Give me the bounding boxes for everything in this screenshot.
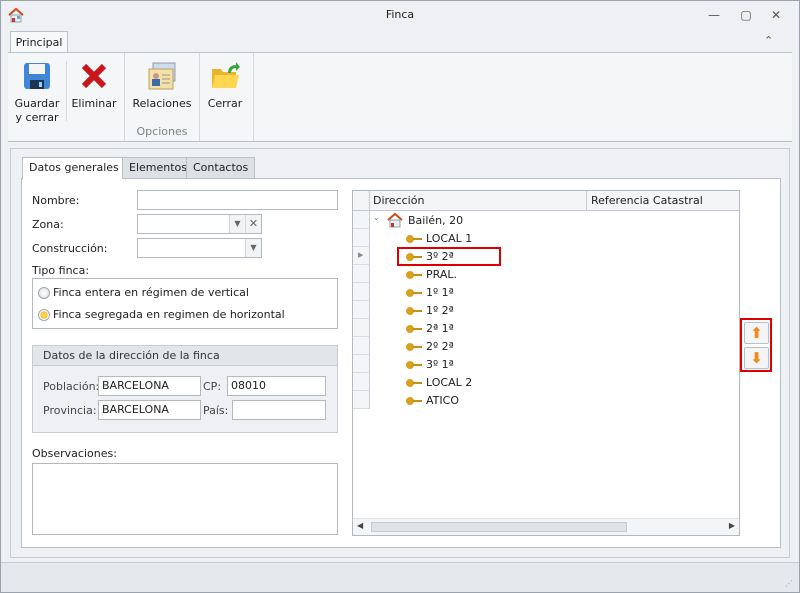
radio-icon	[38, 286, 50, 299]
item-label: PRAL.	[426, 268, 457, 281]
item-label: 1º 1ª	[426, 286, 454, 299]
status-bar: ⋰	[1, 562, 799, 592]
tipo-finca-group: Finca entera en régimen de vertical Finc…	[32, 278, 338, 329]
column-referencia-catastral[interactable]: Referencia Catastral	[586, 191, 703, 211]
move-down-button[interactable]: ⬇	[744, 347, 769, 369]
provincia-label: Provincia:	[43, 404, 97, 417]
relations-button[interactable]: Relaciones	[128, 57, 196, 111]
tab-contactos[interactable]: Contactos	[186, 157, 256, 179]
row-indicator	[353, 319, 370, 337]
radio-horizontal[interactable]: Finca segregada en regimen de horizontal	[38, 308, 285, 321]
item-label: 1º 2ª	[426, 304, 454, 317]
tab-datos-generales[interactable]: Datos generales	[22, 157, 126, 180]
ribbon-collapse-icon[interactable]: ⌃	[764, 34, 773, 47]
ribbon: Guardar y cerrar Eliminar Relaciones Opci…	[8, 52, 792, 142]
horizontal-scrollbar[interactable]: ◀ ▶	[353, 518, 739, 535]
grid-header: Dirección Referencia Catastral	[353, 191, 739, 211]
construccion-label: Construcción:	[32, 242, 108, 255]
key-icon	[406, 235, 422, 243]
direccion-group: Datos de la dirección de la finca Poblac…	[32, 345, 338, 433]
elements-tree-grid: Dirección Referencia Catastral ⌄ Bailén,…	[352, 190, 740, 536]
maximize-button[interactable]: ▢	[736, 6, 756, 24]
key-icon	[406, 325, 422, 333]
tree-item-row[interactable]: 2º 2ª	[353, 337, 739, 355]
tree-item-row[interactable]: ATICO	[353, 391, 739, 409]
save-close-button[interactable]: Guardar y cerrar	[12, 57, 62, 125]
close-button[interactable]: ✕	[766, 6, 786, 24]
red-x-icon	[79, 61, 109, 91]
item-label: LOCAL 1	[426, 232, 473, 245]
nombre-input[interactable]	[137, 190, 338, 210]
key-icon	[406, 379, 422, 387]
tree-item-row[interactable]: LOCAL 2	[353, 373, 739, 391]
resize-grip-icon[interactable]: ⋰	[785, 579, 793, 588]
direccion-group-title: Datos de la dirección de la finca	[33, 346, 337, 366]
poblacion-input[interactable]: BARCELONA	[98, 376, 201, 396]
chevron-down-icon[interactable]: ▼	[245, 239, 261, 257]
minimize-button[interactable]: —	[704, 6, 724, 24]
item-label: 2º 2ª	[426, 340, 454, 353]
key-icon	[406, 397, 422, 405]
zona-label: Zona:	[32, 218, 64, 231]
tab-elementos[interactable]: Elementos	[122, 157, 195, 179]
item-label: 2ª 1ª	[426, 322, 454, 335]
chevron-down-icon[interactable]: ▼	[229, 215, 245, 233]
tree-item-row[interactable]: LOCAL 1	[353, 229, 739, 247]
poblacion-label: Población:	[43, 380, 100, 393]
scrollbar-thumb[interactable]	[371, 522, 627, 532]
chevron-down-icon[interactable]: ⌄	[373, 213, 380, 222]
contact-cards-icon	[147, 61, 177, 91]
tree-item-row[interactable]: 1º 1ª	[353, 283, 739, 301]
ribbon-tab-principal[interactable]: Principal	[10, 31, 68, 53]
radio-vertical[interactable]: Finca entera en régimen de vertical	[38, 286, 249, 299]
item-label: ATICO	[426, 394, 459, 407]
observaciones-label: Observaciones:	[32, 447, 117, 460]
arrow-down-icon: ⬇	[750, 349, 763, 367]
ribbon-group-label: Opciones	[136, 125, 188, 138]
tipo-finca-label: Tipo finca:	[32, 264, 90, 277]
row-indicator: ▶	[353, 247, 370, 265]
row-indicator	[353, 283, 370, 301]
close-form-button[interactable]: Cerrar	[202, 57, 248, 111]
item-label: LOCAL 2	[426, 376, 473, 389]
arrow-up-icon: ⬆	[750, 324, 763, 342]
key-icon	[406, 307, 422, 315]
tree-item-row[interactable]: PRAL.	[353, 265, 739, 283]
pais-input[interactable]	[232, 400, 326, 420]
column-direccion[interactable]: Dirección	[373, 191, 424, 210]
radio-selected-icon	[38, 308, 50, 321]
observaciones-textarea[interactable]	[32, 463, 338, 535]
tree-item-row[interactable]: 3º 1ª	[353, 355, 739, 373]
row-indicator	[353, 301, 370, 319]
floppy-disk-icon	[22, 61, 52, 91]
pais-label: País:	[203, 404, 229, 417]
zona-combo[interactable]: ▼ ✕	[137, 214, 262, 234]
provincia-input[interactable]: BARCELONA	[98, 400, 201, 420]
cp-input[interactable]: 08010	[227, 376, 326, 396]
open-folder-icon	[210, 61, 240, 91]
item-label: 3º 1ª	[426, 358, 454, 371]
window-title: Finca	[385, 8, 415, 21]
tree-item-row[interactable]: 2ª 1ª	[353, 319, 739, 337]
tree-item-row[interactable]: 1º 2ª	[353, 301, 739, 319]
key-icon	[406, 343, 422, 351]
nombre-label: Nombre:	[32, 194, 80, 207]
root-label: Bailén, 20	[408, 214, 464, 227]
row-indicator	[353, 265, 370, 283]
row-indicator	[353, 229, 370, 247]
key-icon	[406, 361, 422, 369]
move-up-button[interactable]: ⬆	[744, 322, 769, 344]
cp-label: CP:	[203, 380, 222, 393]
row-indicator	[353, 373, 370, 391]
selected-item-highlight	[397, 247, 501, 266]
key-icon	[406, 271, 422, 279]
row-indicator	[353, 355, 370, 373]
construccion-combo[interactable]: ▼	[137, 238, 262, 258]
clear-icon[interactable]: ✕	[245, 215, 261, 233]
delete-button[interactable]: Eliminar	[68, 57, 120, 111]
row-indicator	[353, 337, 370, 355]
tree-root-row[interactable]: ⌄ Bailén, 20	[353, 211, 739, 229]
row-indicator	[353, 391, 370, 409]
key-icon	[406, 289, 422, 297]
